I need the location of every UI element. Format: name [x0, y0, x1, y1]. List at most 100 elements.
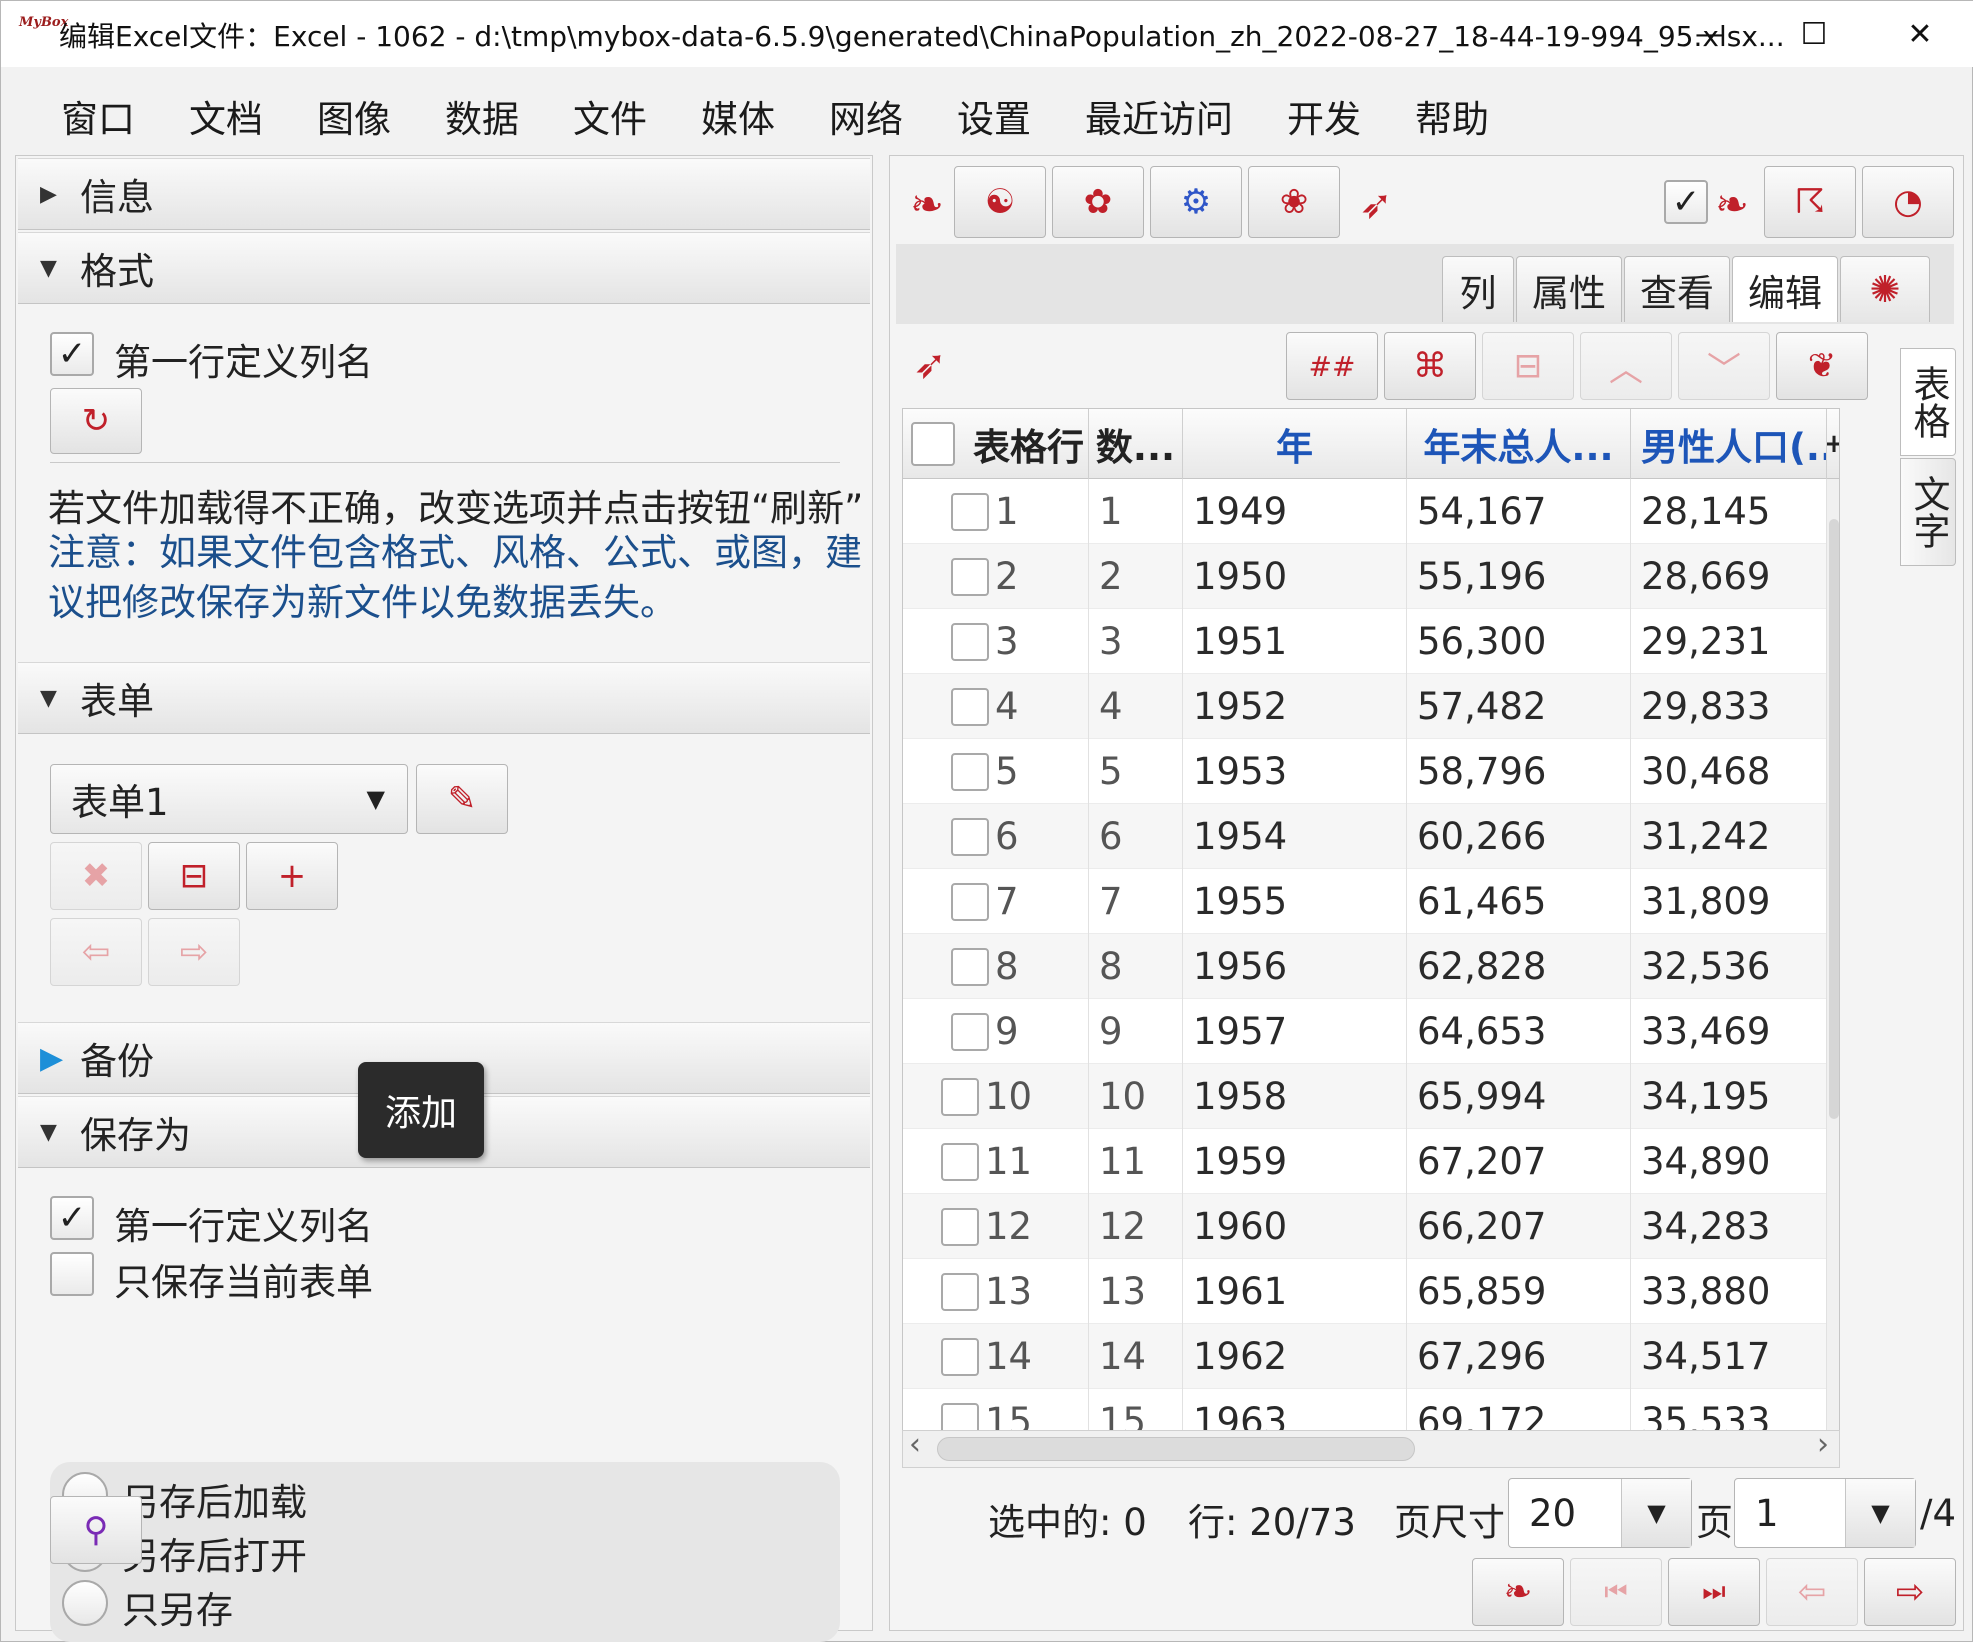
minimize-button[interactable]: — — [1675, 9, 1745, 59]
row-checkbox[interactable] — [941, 1272, 979, 1311]
year-cell[interactable]: 1961 — [1183, 1259, 1407, 1324]
rename-sheet-button[interactable]: ✎ — [416, 764, 508, 834]
table-row[interactable]: 9 9 1957 64,653 33,469 — [903, 999, 1827, 1064]
sheet-select[interactable]: 表单1 ▼ — [50, 764, 408, 834]
row-checkbox[interactable] — [951, 492, 989, 531]
row-checkbox[interactable] — [951, 817, 989, 856]
table-row[interactable]: 10 10 1958 65,994 34,195 — [903, 1064, 1827, 1129]
year-cell[interactable]: 1951 — [1183, 609, 1407, 674]
flower-button[interactable]: ✿ — [1052, 166, 1144, 238]
menu-help[interactable]: 帮助 — [1415, 89, 1489, 143]
row-checkbox[interactable] — [951, 687, 989, 726]
side-tab-table[interactable]: 表格 — [1900, 348, 1956, 456]
year-cell[interactable]: 1952 — [1183, 674, 1407, 739]
bird-icon[interactable]: ❧ — [902, 170, 952, 240]
row-checkbox[interactable] — [951, 622, 989, 661]
total-population-cell[interactable]: 61,465 — [1407, 869, 1631, 934]
total-population-cell[interactable]: 55,196 — [1407, 544, 1631, 609]
male-population-cell[interactable]: 30,468 — [1631, 739, 1827, 804]
last-page-button[interactable]: ⏭ — [1668, 1558, 1760, 1626]
copy-sheet-button[interactable]: ⊟ — [148, 842, 240, 910]
row-checkbox[interactable] — [941, 1142, 979, 1181]
row-number-cell[interactable]: 14 — [903, 1324, 1089, 1389]
row-number-cell[interactable]: 8 — [903, 934, 1089, 999]
row-checkbox[interactable] — [941, 1077, 979, 1116]
male-population-cell[interactable]: 34,890 — [1631, 1129, 1827, 1194]
first-row-names-checkbox[interactable]: ✓ — [50, 332, 94, 376]
row-number-cell[interactable]: 12 — [903, 1194, 1089, 1259]
row-checkbox[interactable] — [951, 752, 989, 791]
menu-network[interactable]: 网络 — [829, 89, 903, 143]
male-population-cell[interactable]: 29,231 — [1631, 609, 1827, 674]
male-population-cell[interactable]: 31,809 — [1631, 869, 1827, 934]
data-row-index-cell[interactable]: 4 — [1089, 674, 1183, 739]
save-as-button[interactable]: ⚲ — [50, 1496, 142, 1564]
year-cell[interactable]: 1950 — [1183, 544, 1407, 609]
row-number-cell[interactable]: 9 — [903, 999, 1089, 1064]
gourd-button[interactable]: ◔ — [1862, 166, 1954, 238]
male-population-cell[interactable]: 29,833 — [1631, 674, 1827, 739]
column-header-number[interactable]: 数... — [1089, 409, 1183, 479]
year-cell[interactable]: 1953 — [1183, 739, 1407, 804]
row-checkbox[interactable] — [951, 557, 989, 596]
total-population-cell[interactable]: 56,300 — [1407, 609, 1631, 674]
table-row[interactable]: 13 13 1961 65,859 33,880 — [903, 1259, 1827, 1324]
select-all-checkbox[interactable] — [911, 422, 955, 466]
current-sheet-only-checkbox[interactable] — [50, 1252, 94, 1296]
table-row[interactable]: 7 7 1955 61,465 31,809 — [903, 869, 1827, 934]
table-row[interactable]: 3 3 1951 56,300 29,231 — [903, 609, 1827, 674]
previous-page-button[interactable]: ⇦ — [1766, 1558, 1858, 1626]
horizontal-scrollbar[interactable]: ‹ › — [902, 1427, 1840, 1468]
row-number-cell[interactable]: 10 — [903, 1064, 1089, 1129]
bird-button[interactable]: ❧ — [1472, 1558, 1564, 1626]
total-population-cell[interactable]: 58,796 — [1407, 739, 1631, 804]
year-cell[interactable]: 1955 — [1183, 869, 1407, 934]
page-select[interactable]: 1 ▼ — [1734, 1478, 1916, 1548]
row-checkbox[interactable] — [941, 1337, 979, 1376]
table-row[interactable]: 2 2 1950 55,196 28,669 — [903, 544, 1827, 609]
table-row[interactable]: 12 12 1960 66,207 34,283 — [903, 1194, 1827, 1259]
table-row[interactable]: 5 5 1953 58,796 30,468 — [903, 739, 1827, 804]
row-number-cell[interactable]: 7 — [903, 869, 1089, 934]
previous-sheet-button[interactable]: ⇦ — [50, 918, 142, 986]
total-population-cell[interactable]: 65,859 — [1407, 1259, 1631, 1324]
menu-image[interactable]: 图像 — [317, 89, 391, 143]
data-row-index-cell[interactable]: 10 — [1089, 1064, 1183, 1129]
male-population-cell[interactable]: 33,469 — [1631, 999, 1827, 1064]
row-number-cell[interactable]: 4 — [903, 674, 1089, 739]
vertical-scrollbar[interactable] — [1827, 479, 1839, 1467]
tab-more[interactable]: ✺ — [1840, 256, 1930, 322]
total-population-cell[interactable]: 62,828 — [1407, 934, 1631, 999]
data-row-index-cell[interactable]: 8 — [1089, 934, 1183, 999]
male-population-cell[interactable]: 34,195 — [1631, 1064, 1827, 1129]
save-first-row-names-checkbox[interactable]: ✓ — [50, 1196, 94, 1240]
row-number-cell[interactable]: 6 — [903, 804, 1089, 869]
data-row-index-cell[interactable]: 11 — [1089, 1129, 1183, 1194]
add-sheet-button[interactable]: + — [246, 842, 338, 910]
total-population-cell[interactable]: 64,653 — [1407, 999, 1631, 1064]
table-row[interactable]: 6 6 1954 60,266 31,242 — [903, 804, 1827, 869]
year-cell[interactable]: 1960 — [1183, 1194, 1407, 1259]
year-cell[interactable]: 1954 — [1183, 804, 1407, 869]
horizontal-scroll-thumb[interactable] — [937, 1437, 1415, 1461]
move-up-button[interactable]: ︿ — [1580, 332, 1672, 400]
row-number-cell[interactable]: 5 — [903, 739, 1089, 804]
menu-recent[interactable]: 最近访问 — [1085, 89, 1233, 143]
total-population-cell[interactable]: 57,482 — [1407, 674, 1631, 739]
row-number-cell[interactable]: 3 — [903, 609, 1089, 674]
total-population-cell[interactable]: 67,207 — [1407, 1129, 1631, 1194]
data-row-index-cell[interactable]: 13 — [1089, 1259, 1183, 1324]
section-format-header[interactable]: ▼ 格式 — [18, 232, 870, 304]
row-number-cell[interactable]: 2 — [903, 544, 1089, 609]
maximize-button[interactable]: ☐ — [1779, 9, 1849, 59]
lotus-button[interactable]: ❀ — [1248, 166, 1340, 238]
total-population-cell[interactable]: 54,167 — [1407, 479, 1631, 544]
column-header-male-population[interactable]: 男性人口(... — [1631, 409, 1827, 479]
refresh-button[interactable]: ↻ — [50, 388, 142, 454]
male-population-cell[interactable]: 28,145 — [1631, 479, 1827, 544]
chevron-down-icon[interactable]: ▼ — [1621, 1479, 1691, 1547]
vertical-scroll-thumb[interactable] — [1829, 519, 1839, 1119]
year-cell[interactable]: 1962 — [1183, 1324, 1407, 1389]
data-row-index-cell[interactable]: 1 — [1089, 479, 1183, 544]
number-format-button[interactable]: ## — [1286, 332, 1378, 400]
